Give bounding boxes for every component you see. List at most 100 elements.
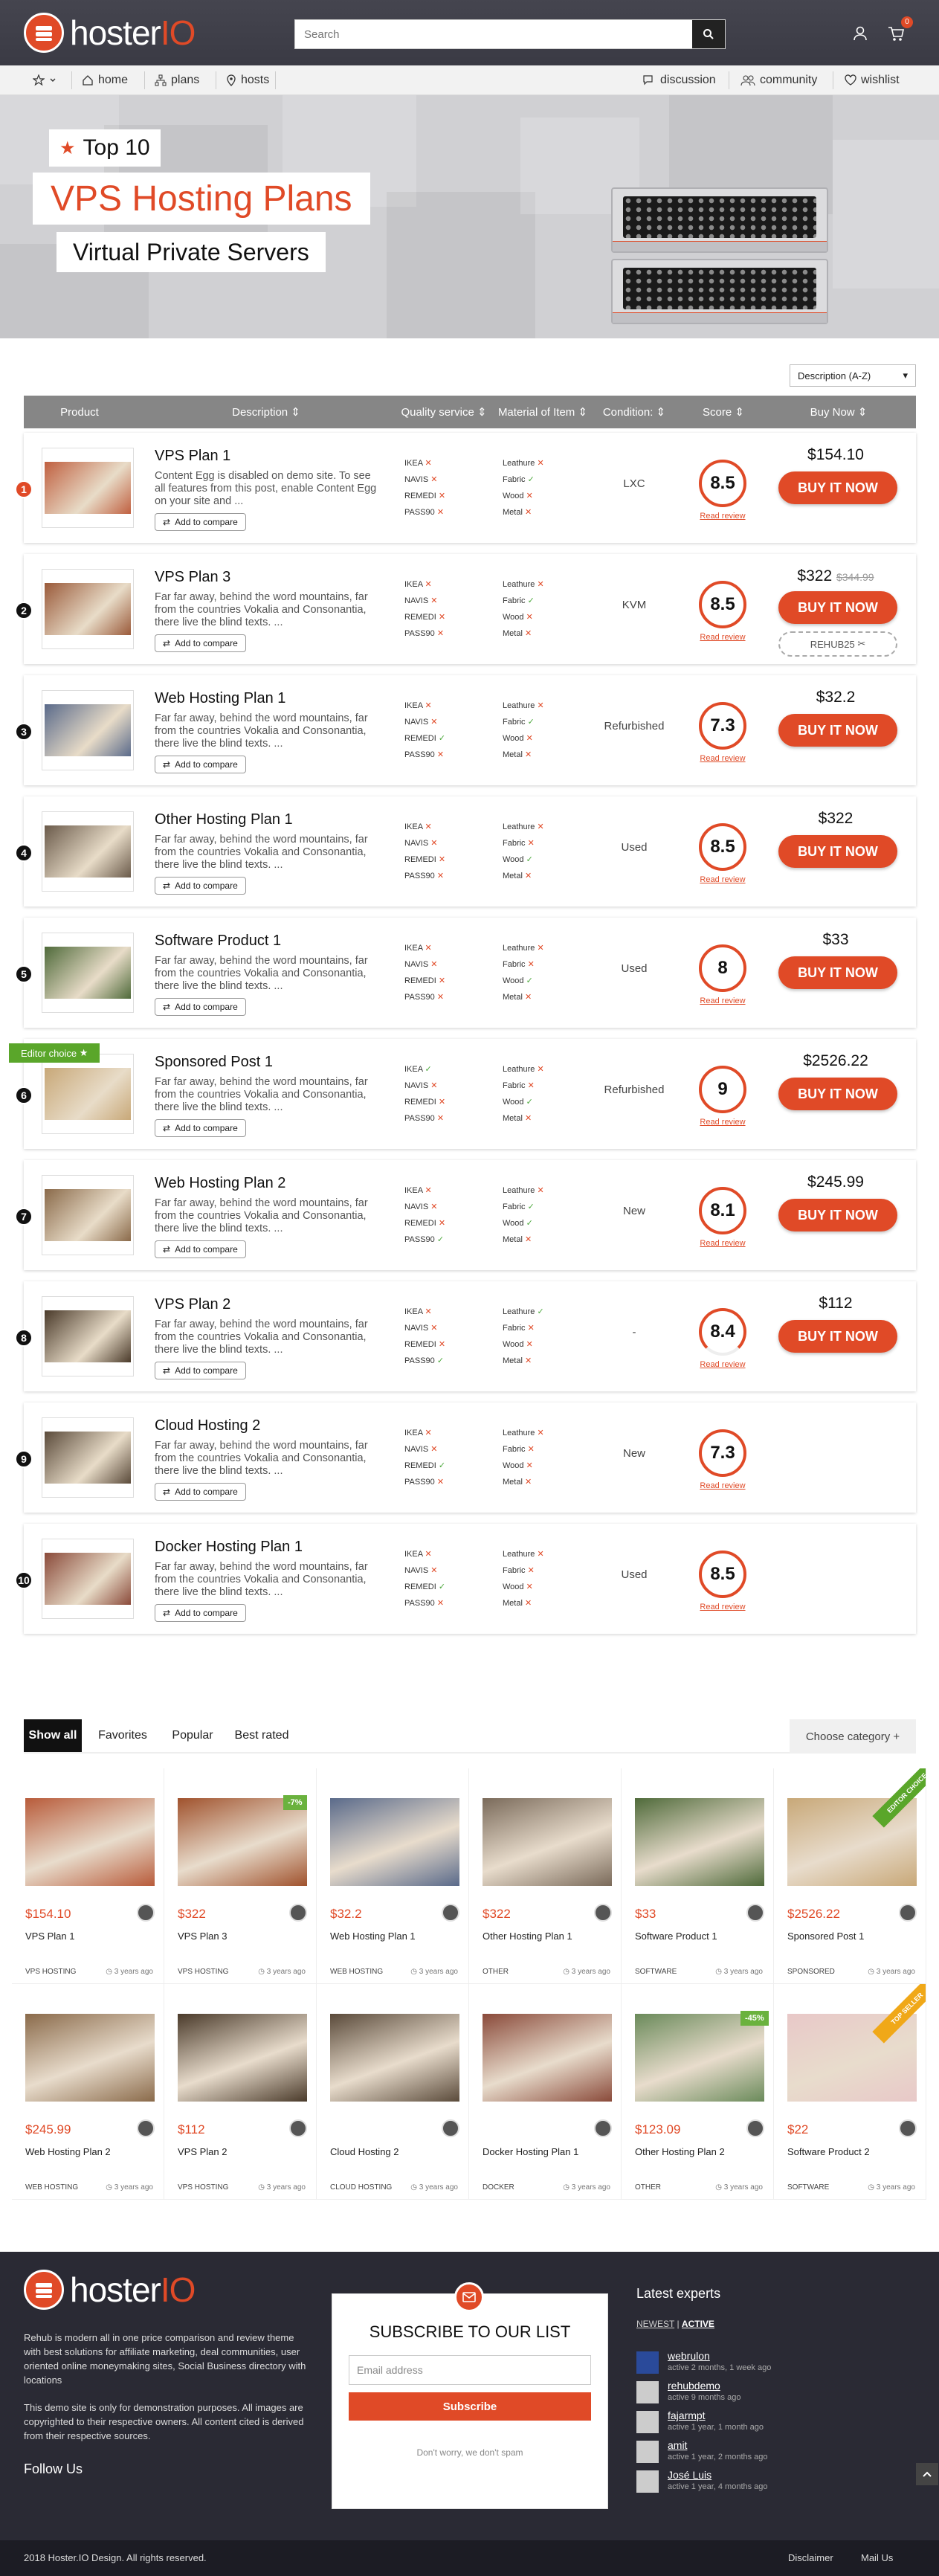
read-review-link[interactable]: Read review <box>697 1603 748 1611</box>
buy-it-now-button[interactable]: BUY IT NOW <box>778 1078 897 1110</box>
avatar[interactable] <box>594 2119 612 2137</box>
read-review-link[interactable]: Read review <box>697 1239 748 1248</box>
product-card-title[interactable]: VPS Plan 2 <box>178 2146 228 2157</box>
avatar[interactable] <box>289 1904 307 1922</box>
product-card[interactable]: $322 Other Hosting Plan 1 OTHER ◷ 3 years a… <box>469 1768 622 1984</box>
read-review-link[interactable]: Read review <box>697 1360 748 1369</box>
back-to-top-button[interactable] <box>916 2463 938 2485</box>
read-review-link[interactable]: Read review <box>697 1118 748 1127</box>
experts-tab-active[interactable]: ACTIVE <box>682 2319 714 2329</box>
product-card[interactable]: $32.2 Web Hosting Plan 1 WEB HOSTING ◷ 3 ye… <box>317 1768 469 1984</box>
col-score[interactable]: Score ⇕ <box>675 396 772 428</box>
product-card-title[interactable]: Other Hosting Plan 2 <box>635 2146 725 2157</box>
product-card-title[interactable]: Docker Hosting Plan 1 <box>483 2146 578 2157</box>
product-card-title[interactable]: Sponsored Post 1 <box>787 1931 864 1942</box>
product-title[interactable]: Other Hosting Plan 1 <box>155 811 293 828</box>
col-description[interactable]: Description ⇕ <box>155 396 378 428</box>
nav-wishlist[interactable]: wishlist <box>845 65 900 95</box>
sort-select[interactable]: Description (A-Z) ▾ <box>790 364 916 387</box>
product-thumbnail[interactable] <box>42 933 134 1013</box>
add-to-compare-button[interactable]: ⇄ Add to compare <box>155 1240 246 1258</box>
product-card[interactable]: $112 VPS Plan 2 VPS HOSTING ◷ 3 years ago <box>164 1984 317 2200</box>
product-card-title[interactable]: Software Product 1 <box>635 1931 717 1942</box>
product-title[interactable]: VPS Plan 1 <box>155 448 230 465</box>
expert-item[interactable]: José Luis active 1 year, 4 months ago <box>636 2469 845 2496</box>
avatar[interactable] <box>636 2381 659 2403</box>
product-card-title[interactable]: Web Hosting Plan 2 <box>25 2146 111 2157</box>
product-thumbnail[interactable] <box>42 448 134 528</box>
add-to-compare-button[interactable]: ⇄ Add to compare <box>155 1604 246 1622</box>
add-to-compare-button[interactable]: ⇄ Add to compare <box>155 1119 246 1137</box>
product-card-title[interactable]: VPS Plan 1 <box>25 1931 75 1942</box>
buy-it-now-button[interactable]: BUY IT NOW <box>778 1320 897 1353</box>
product-card[interactable]: EDITOR CHOICE $2526.22 Sponsored Post 1 SPO… <box>774 1768 926 1984</box>
disclaimer-link[interactable]: Disclaimer <box>788 2552 833 2563</box>
product-thumbnail[interactable] <box>42 1296 134 1376</box>
avatar[interactable] <box>746 1904 764 1922</box>
avatar[interactable] <box>636 2470 659 2493</box>
favorites-dropdown[interactable] <box>33 65 57 95</box>
col-material[interactable]: Material of Item ⇕ <box>492 396 593 428</box>
product-card-title[interactable]: VPS Plan 3 <box>178 1931 228 1942</box>
avatar[interactable] <box>442 2119 459 2137</box>
search-input[interactable] <box>295 20 692 48</box>
product-card-category[interactable]: SPONSORED <box>787 1968 835 1976</box>
avatar[interactable] <box>636 2351 659 2374</box>
expert-item[interactable]: rehubdemo active 9 months ago <box>636 2380 845 2406</box>
add-to-compare-button[interactable]: ⇄ Add to compare <box>155 1362 246 1379</box>
product-card-image[interactable] <box>635 1798 764 1886</box>
search-button[interactable] <box>692 20 725 48</box>
product-thumbnail[interactable] <box>42 569 134 649</box>
buy-it-now-button[interactable]: BUY IT NOW <box>778 714 897 747</box>
buy-it-now-button[interactable]: BUY IT NOW <box>778 835 897 868</box>
product-card[interactable]: -7% $322 VPS Plan 3 VPS HOSTING ◷ 3 years ag… <box>164 1768 317 1984</box>
avatar[interactable] <box>289 2119 307 2137</box>
read-review-link[interactable]: Read review <box>697 1481 748 1490</box>
add-to-compare-button[interactable]: ⇄ Add to compare <box>155 756 246 773</box>
product-card[interactable]: Cloud Hosting 2 CLOUD HOSTING ◷ 3 years ag… <box>317 1984 469 2200</box>
product-card-image[interactable] <box>178 2014 307 2102</box>
nav-plans[interactable]: plans <box>155 65 199 95</box>
product-card-image[interactable] <box>25 2014 155 2102</box>
read-review-link[interactable]: Read review <box>697 633 748 642</box>
tab-favorites[interactable]: Favorites <box>88 1719 158 1752</box>
nav-community[interactable]: community <box>740 65 817 95</box>
nav-hosts[interactable]: hosts <box>226 65 269 95</box>
product-title[interactable]: Web Hosting Plan 2 <box>155 1175 285 1192</box>
user-icon[interactable] <box>848 21 873 46</box>
buy-it-now-button[interactable]: BUY IT NOW <box>778 471 897 504</box>
subscribe-button[interactable]: Subscribe <box>349 2392 591 2421</box>
avatar[interactable] <box>137 2119 155 2137</box>
product-card-category[interactable]: VPS HOSTING <box>178 2183 228 2192</box>
product-card-category[interactable]: OTHER <box>483 1968 509 1976</box>
avatar[interactable] <box>746 2119 764 2137</box>
add-to-compare-button[interactable]: ⇄ Add to compare <box>155 634 246 652</box>
product-card[interactable]: TOP SELLER $22 Software Product 2 SOFTWARE ◷… <box>774 1984 926 2200</box>
product-card-category[interactable]: CLOUD HOSTING <box>330 2183 392 2192</box>
subscribe-email-input[interactable]: Email address <box>349 2355 591 2385</box>
product-card-title[interactable]: Software Product 2 <box>787 2146 870 2157</box>
product-card-category[interactable]: VPS HOSTING <box>178 1968 228 1976</box>
expert-item[interactable]: fajarmpt active 1 year, 1 month ago <box>636 2409 845 2436</box>
mail-us-link[interactable]: Mail Us <box>861 2552 893 2563</box>
col-condition[interactable]: Condition: ⇕ <box>593 396 675 428</box>
product-card-image[interactable] <box>483 2014 612 2102</box>
col-quality[interactable]: Quality service ⇕ <box>396 396 492 428</box>
read-review-link[interactable]: Read review <box>697 875 748 884</box>
avatar[interactable] <box>137 1904 155 1922</box>
buy-it-now-button[interactable]: BUY IT NOW <box>778 956 897 989</box>
product-card[interactable]: $33 Software Product 1 SOFTWARE ◷ 3 years a… <box>622 1768 774 1984</box>
product-thumbnail[interactable] <box>42 690 134 770</box>
product-card-image[interactable] <box>178 1798 307 1886</box>
expert-name[interactable]: rehubdemo <box>668 2380 720 2392</box>
tab-popular[interactable]: Popular <box>164 1719 222 1752</box>
add-to-compare-button[interactable]: ⇄ Add to compare <box>155 1483 246 1501</box>
tab-show-all[interactable]: Show all <box>24 1719 82 1752</box>
expert-name[interactable]: fajarmpt <box>668 2409 706 2421</box>
col-buy[interactable]: Buy Now ⇕ <box>772 396 906 428</box>
product-card-category[interactable]: WEB HOSTING <box>25 2183 78 2192</box>
product-card-image[interactable] <box>330 2014 459 2102</box>
expert-name[interactable]: José Luis <box>668 2469 711 2481</box>
product-card-category[interactable]: WEB HOSTING <box>330 1968 383 1976</box>
product-card-category[interactable]: OTHER <box>635 2183 661 2192</box>
